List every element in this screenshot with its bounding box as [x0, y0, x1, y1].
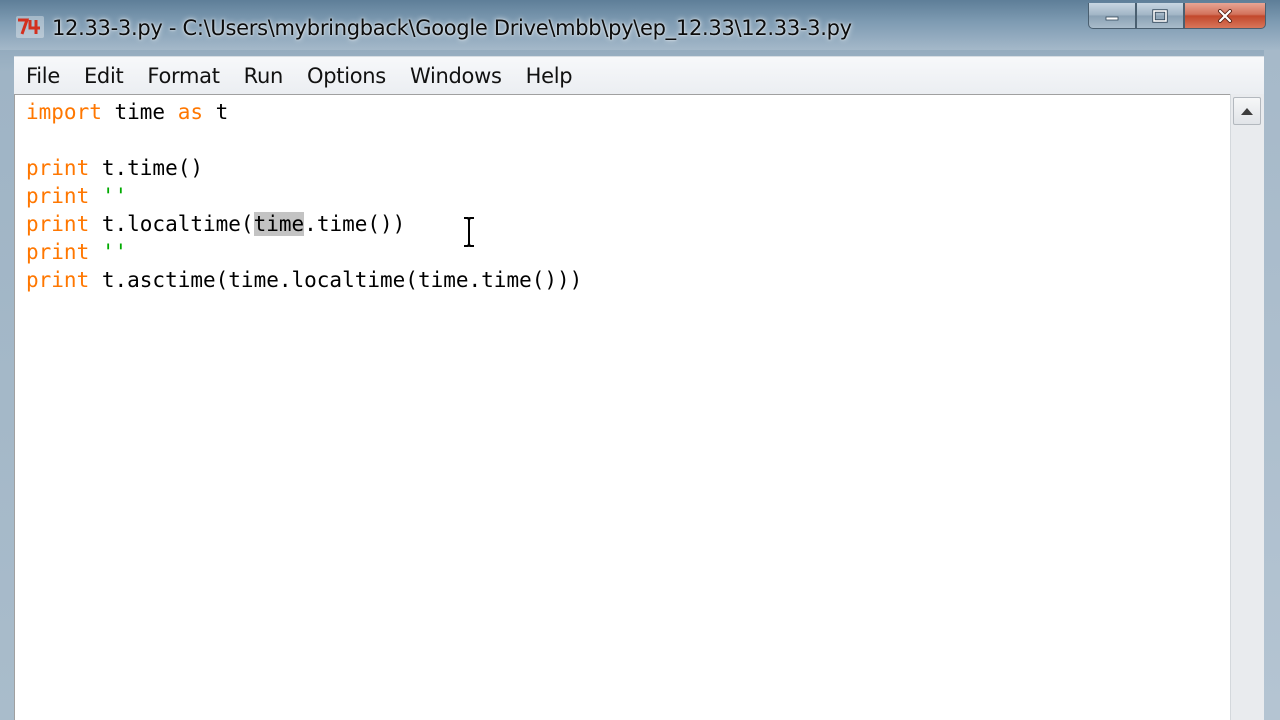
code-text[interactable]: import time as t print t.time() print '' pr…	[26, 98, 582, 294]
window-title: 12.33-3.py - C:\Users\mybringback\Google…	[52, 16, 852, 40]
code-keyword: print	[26, 268, 90, 292]
code-keyword: print	[26, 184, 90, 208]
scroll-up-button[interactable]	[1233, 97, 1261, 125]
maximize-button[interactable]	[1136, 3, 1184, 29]
code-line[interactable]	[26, 126, 582, 154]
code-line[interactable]: print t.localtime(time.time())	[26, 210, 582, 238]
scroll-up-arrow-icon	[1241, 108, 1253, 115]
menu-windows[interactable]: Windows	[398, 59, 514, 93]
code-line[interactable]: print t.asctime(time.localtime(time.time…	[26, 266, 582, 294]
vertical-scrollbar[interactable]	[1230, 94, 1264, 720]
code-keyword: import	[26, 100, 102, 124]
code-keyword: print	[26, 212, 90, 236]
window-controls	[1088, 3, 1266, 31]
menu-edit[interactable]: Edit	[72, 59, 135, 93]
title-bar[interactable]: 12.33-3.py - C:\Users\mybringback\Google…	[0, 0, 1280, 50]
minimize-icon	[1105, 16, 1119, 20]
code-line[interactable]: print ''	[26, 238, 582, 266]
code-token: time	[101, 100, 178, 124]
close-button[interactable]	[1184, 3, 1266, 29]
code-string: ''	[101, 184, 128, 208]
code-token: t.time()	[89, 156, 204, 180]
code-selection: time	[253, 212, 305, 236]
code-line[interactable]: print ''	[26, 182, 582, 210]
code-keyword: print	[26, 156, 90, 180]
close-icon	[1218, 8, 1232, 23]
python-idle-icon[interactable]	[16, 16, 44, 38]
code-line[interactable]: import time as t	[26, 98, 582, 126]
menu-help[interactable]: Help	[514, 59, 585, 93]
maximize-icon	[1152, 8, 1168, 23]
menu-options[interactable]: Options	[295, 59, 398, 93]
code-string: ''	[101, 240, 128, 264]
code-keyword: print	[26, 240, 90, 264]
menu-file[interactable]: File	[14, 59, 72, 93]
minimize-button[interactable]	[1088, 3, 1136, 29]
text-cursor-icon	[464, 217, 474, 247]
idle-editor-window: 12.33-3.py - C:\Users\mybringback\Google…	[0, 0, 1280, 720]
menu-run[interactable]: Run	[232, 59, 295, 93]
code-token: t	[203, 100, 229, 124]
code-editor[interactable]: import time as t print t.time() print '' pr…	[14, 94, 1230, 720]
code-line[interactable]: print t.time()	[26, 154, 582, 182]
menu-format[interactable]: Format	[135, 59, 231, 93]
window-frame-edge	[1264, 50, 1280, 720]
code-keyword: as	[177, 100, 204, 124]
code-token: .time())	[304, 212, 406, 236]
code-token: t.localtime(	[89, 212, 254, 236]
code-token: t.asctime(time.localtime(time.time()))	[89, 268, 583, 292]
menu-bar: File Edit Format Run Options Windows Hel…	[14, 56, 1264, 94]
